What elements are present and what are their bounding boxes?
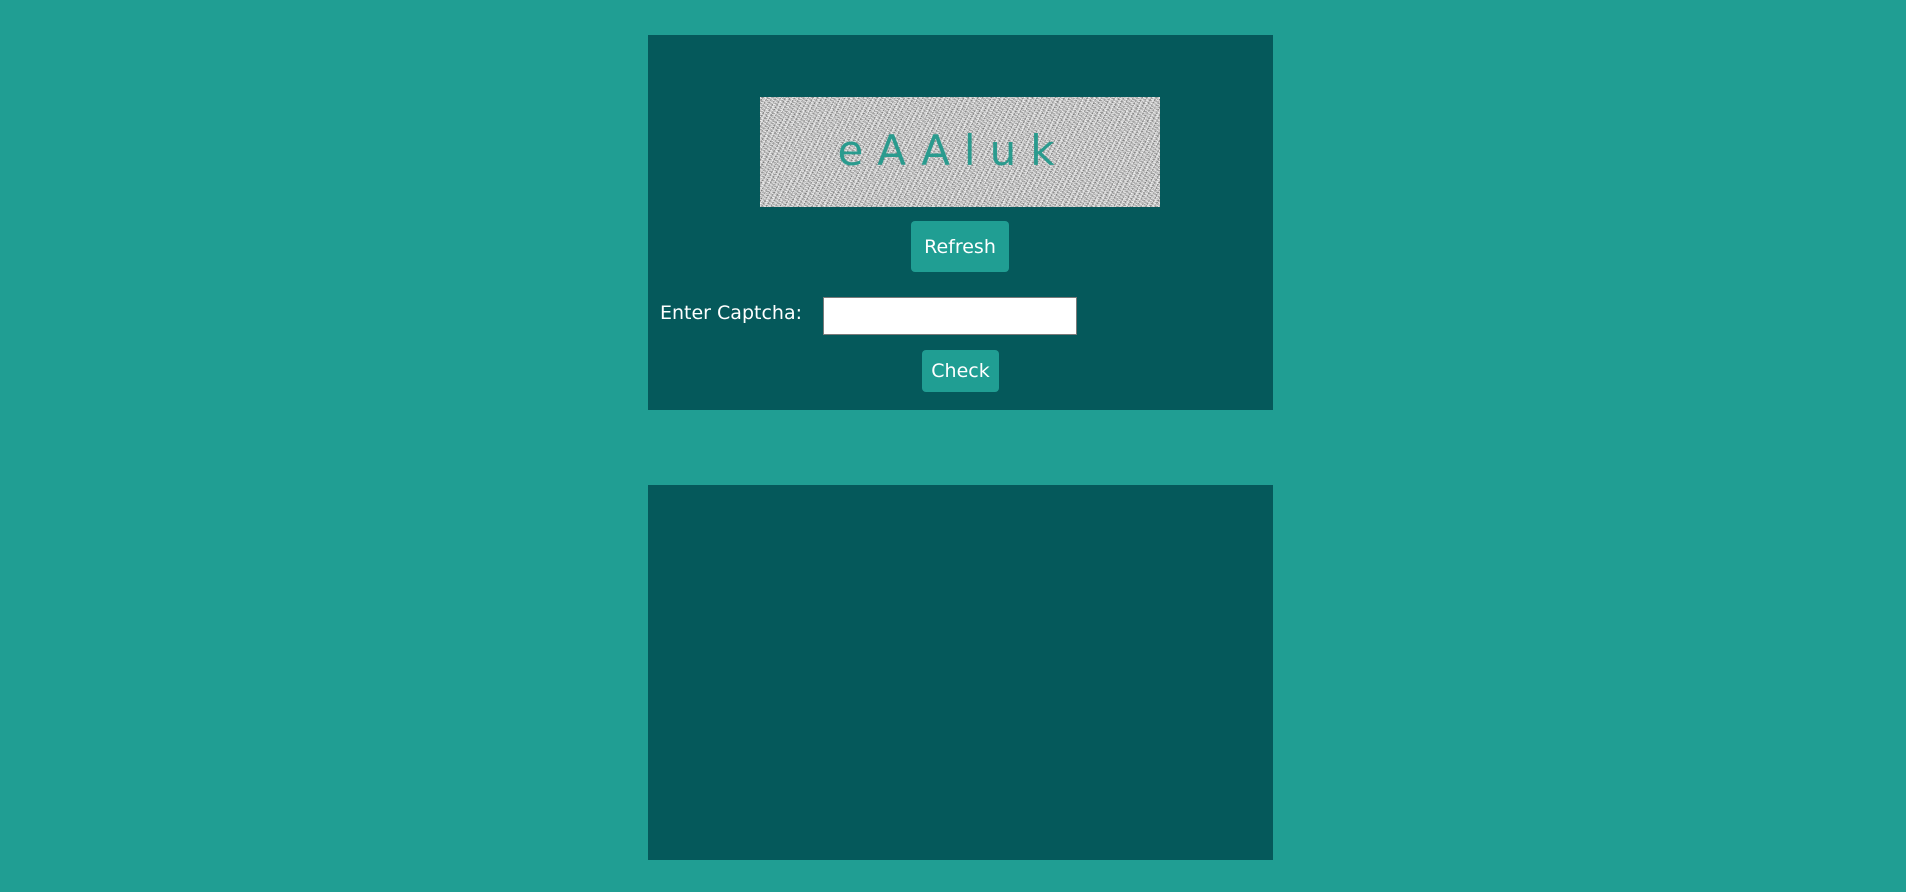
captcha-input-label: Enter Captcha: [660, 302, 802, 324]
check-button[interactable]: Check [922, 350, 999, 392]
captcha-panel: eAAluk Refresh Enter Captcha: Check [648, 35, 1273, 410]
captcha-code: eAAluk [837, 125, 1069, 175]
refresh-button[interactable]: Refresh [911, 221, 1009, 272]
captcha-input[interactable] [823, 297, 1077, 335]
result-panel [648, 485, 1273, 860]
captcha-image: eAAluk [760, 97, 1160, 207]
